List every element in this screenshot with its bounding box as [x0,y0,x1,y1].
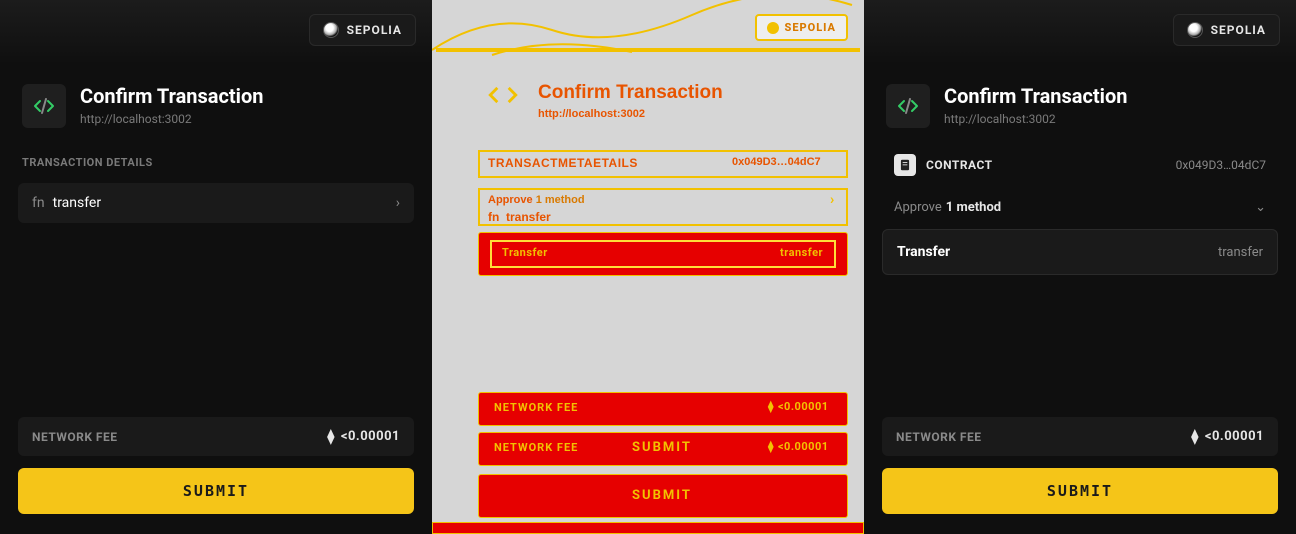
page-title: Confirm Transaction [80,84,263,108]
network-badge-diff[interactable]: SEPOLIA [755,14,848,41]
network-name: SEPOLIA [785,21,836,34]
diff-method-title: Transfer [502,246,548,259]
panel-left: SEPOLIA Confirm Transaction http://local… [0,0,432,534]
diff-method-name: transfer [780,246,823,259]
fee-amount: <0.00001 [1205,429,1264,444]
approve-row[interactable]: Approve 1 method ⌄ [882,196,1278,225]
diff-origin: http://localhost:3002 [538,108,645,120]
section-label: TRANSACTION DETAILS [0,138,432,177]
approve-count: 1 method [946,200,1001,215]
diff-submit-overlay: SUBMIT [632,440,692,455]
submit-button[interactable]: SUBMIT [18,468,414,514]
diff-fee-amount-1: <0.00001 [778,400,829,413]
network-name: SEPOLIA [347,23,402,37]
fee-label: NETWORK FEE [32,430,118,444]
contract-label: CONTRACT [926,158,993,172]
diff-approve-outline [478,188,848,226]
network-icon [1187,22,1203,38]
code-icon [486,78,520,112]
contract-icon [894,154,916,176]
network-icon [767,22,779,34]
panel-diff: SEPOLIA Confirm Transaction http://local… [432,0,864,534]
contract-address: 0x049D3…04dC7 [1176,158,1266,172]
ethereum-icon: ⧫ [1191,430,1198,444]
fee-label: NETWORK FEE [896,430,982,444]
chevron-right-icon: › [830,192,834,208]
network-badge[interactable]: SEPOLIA [1173,14,1280,46]
diff-section-overlay: TRANSACTMETAETAILS [488,156,638,170]
diff-title: Confirm Transaction [538,82,723,104]
header: Confirm Transaction http://localhost:300… [864,56,1296,138]
fn-name: transfer [53,195,102,211]
code-icon [22,84,66,128]
approve-prefix: Approve [894,200,942,215]
fee-amount: <0.00001 [341,429,400,444]
diff-fee-amount-2: <0.00001 [778,440,829,453]
footer: NETWORK FEE ⧫ <0.00001 SUBMIT [0,417,432,534]
diff-contract-addr: 0x049D3…04dC7 [732,156,821,168]
method-card[interactable]: Transfer transfer [882,229,1278,275]
page-title: Confirm Transaction [944,84,1127,108]
topbar: SEPOLIA [864,0,1296,56]
network-badge[interactable]: SEPOLIA [309,14,416,46]
diff-fee-label-1: NETWORK FEE [494,401,578,414]
network-icon [323,22,339,38]
diff-bottom-bar [432,522,864,534]
fn-prefix: fn [32,195,45,211]
ethereum-icon: ⧫ [327,430,334,444]
ethereum-icon: ⧫ [768,400,774,413]
method-title: Transfer [897,244,950,260]
panel-right: SEPOLIA Confirm Transaction http://local… [864,0,1296,534]
footer: NETWORK FEE ⧫ <0.00001 SUBMIT [864,417,1296,534]
chevron-down-icon: ⌄ [1255,200,1266,215]
topbar: SEPOLIA [0,0,432,56]
diff-divider [436,48,860,52]
function-row[interactable]: fn transfer › [18,183,414,223]
method-signature: transfer [1218,245,1263,260]
diff-submit-label: SUBMIT [632,488,692,503]
code-icon [886,84,930,128]
origin-url: http://localhost:3002 [80,112,263,126]
submit-button[interactable]: SUBMIT [882,468,1278,514]
ethereum-icon: ⧫ [768,440,774,453]
contract-row: CONTRACT 0x049D3…04dC7 [882,144,1278,186]
chevron-right-icon: › [396,195,400,211]
network-name: SEPOLIA [1211,23,1266,37]
header: Confirm Transaction http://localhost:300… [0,56,432,138]
fee-row: NETWORK FEE ⧫ <0.00001 [18,417,414,456]
origin-url: http://localhost:3002 [944,112,1127,126]
diff-fee-label-2: NETWORK FEE [494,441,578,454]
fee-row: NETWORK FEE ⧫ <0.00001 [882,417,1278,456]
